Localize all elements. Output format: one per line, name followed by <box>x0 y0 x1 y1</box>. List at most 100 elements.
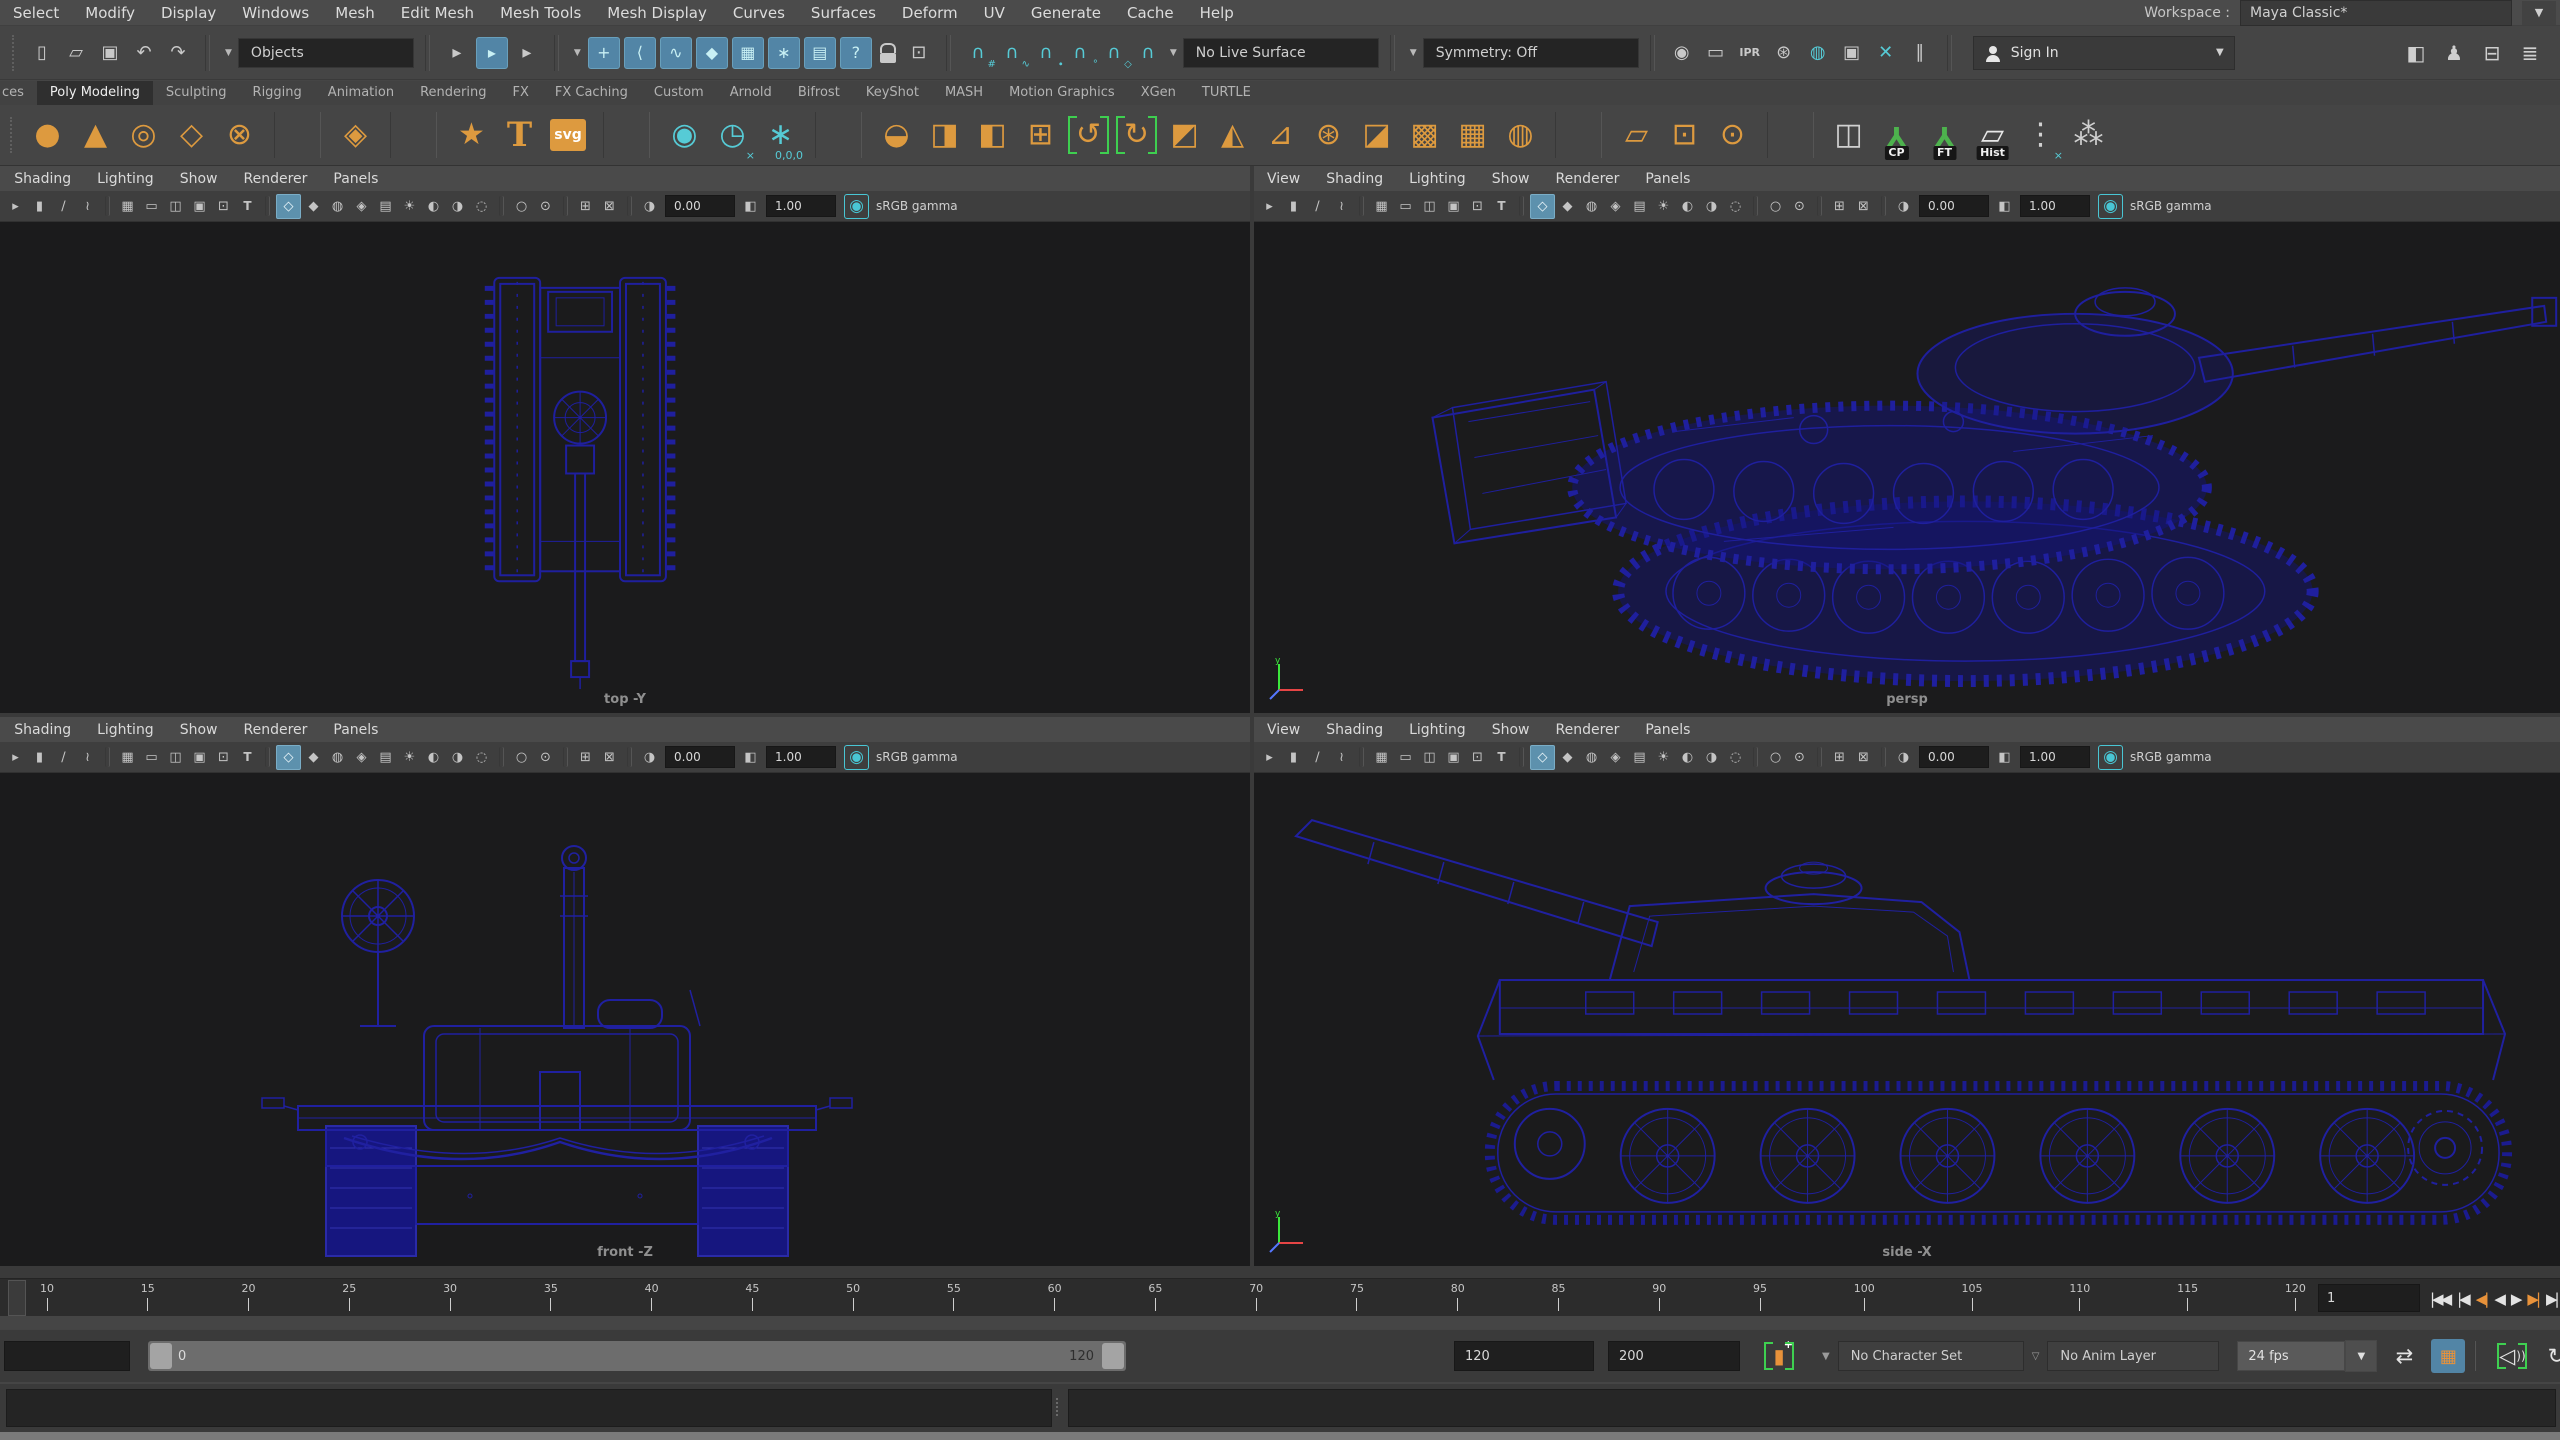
range-slider[interactable]: 0 120 <box>148 1341 1126 1371</box>
viewport-canvas[interactable]: y persp <box>1254 222 2560 713</box>
panel-menu-item[interactable]: Shading <box>1313 171 1396 187</box>
isolate-select-icon[interactable]: ⊙ <box>534 746 557 769</box>
toolbar-grip[interactable] <box>12 35 18 71</box>
camera-attributes-icon[interactable]: ∕ <box>1306 195 1329 218</box>
textured-icon[interactable]: ◍ <box>1580 746 1603 769</box>
set-key-button[interactable]: ▮+ <box>1762 1338 1796 1374</box>
panel-menu-item[interactable]: Panels <box>320 722 391 738</box>
shelf-tab[interactable]: Poly Modeling <box>37 81 153 105</box>
grid-icon[interactable]: ▦ <box>1370 746 1393 769</box>
shelf-tab-truncated[interactable]: ces <box>0 81 37 105</box>
make-live-icon[interactable]: ∩ <box>1132 37 1164 69</box>
exposure-icon[interactable]: ◑ <box>638 195 661 218</box>
resolution-gate-icon[interactable]: ◫ <box>164 195 187 218</box>
gate-mask-icon[interactable]: ▣ <box>1442 195 1465 218</box>
motion-blur-icon[interactable]: ◌ <box>470 195 493 218</box>
gamma-field[interactable]: 1.00 <box>2020 195 2090 217</box>
shelf-tab[interactable]: TURTLE <box>1189 81 1264 105</box>
panel-menu-item[interactable]: View <box>1254 722 1313 738</box>
loop-playback-icon[interactable]: ⇄ <box>2387 1339 2421 1373</box>
range-start-handle[interactable] <box>150 1343 172 1369</box>
divider[interactable] <box>1767 112 1814 158</box>
open-scene-icon[interactable]: ▱ <box>60 37 92 69</box>
character-controls-icon[interactable]: ♟ <box>2438 37 2470 69</box>
svg-tool-icon[interactable]: svg <box>550 119 586 151</box>
wireframe-icon[interactable]: ◇ <box>276 745 301 770</box>
divider[interactable] <box>1359 747 1364 767</box>
smooth-icon[interactable]: ◭ <box>1210 112 1255 158</box>
highlight-selection-icon[interactable]: ⊡ <box>903 37 935 69</box>
gamma-icon[interactable]: ◧ <box>1993 746 2016 769</box>
import-snapshot-icon[interactable]: ⊠ <box>598 195 621 218</box>
new-scene-icon[interactable]: ▯ <box>26 37 58 69</box>
image-plane-icon[interactable]: T <box>236 746 259 769</box>
divider[interactable] <box>265 747 270 767</box>
mask-deformations-icon[interactable]: ▦ <box>732 37 764 69</box>
attribute-editor-icon[interactable]: ⊟ <box>2476 37 2508 69</box>
shelf-tab[interactable]: Sculpting <box>153 81 240 105</box>
chevron-down-icon[interactable]: ▼ <box>2345 1340 2377 1372</box>
bookmark-icon[interactable]: ▮ <box>1282 746 1305 769</box>
panel-menu-item[interactable]: Lighting <box>84 722 167 738</box>
lights-icon[interactable]: ☀ <box>398 746 421 769</box>
menu-item[interactable]: Mesh Display <box>594 0 720 25</box>
divider[interactable] <box>1817 747 1822 767</box>
separate-icon[interactable]: ↺ <box>1066 112 1111 158</box>
range-end-handle[interactable] <box>1102 1343 1124 1369</box>
time-slider-ticks[interactable]: 1015202530354045505560657075808590951001… <box>0 1279 2306 1316</box>
bridge-icon[interactable]: ⊛ <box>1306 112 1351 158</box>
grease-pencil-icon[interactable]: ≀ <box>76 195 99 218</box>
motion-blur-icon[interactable]: ◌ <box>1724 746 1747 769</box>
lattice-icon[interactable]: ▦ <box>1450 112 1495 158</box>
current-frame-field[interactable]: 1 <box>2318 1284 2420 1312</box>
mask-rendering-icon[interactable]: ▤ <box>804 37 836 69</box>
panel-divider[interactable] <box>0 1266 2560 1278</box>
live-surface-field[interactable]: No Live Surface <box>1183 38 1379 68</box>
menu-item[interactable]: Help <box>1187 0 1247 25</box>
edit-points-icon[interactable]: ⊡ <box>1662 112 1707 158</box>
step-forward-key-button[interactable]: ▶| <box>2523 1290 2542 1308</box>
panel-menu-item[interactable]: Renderer <box>1542 722 1632 738</box>
image-plane-icon[interactable]: T <box>1490 746 1513 769</box>
symmetry-field[interactable]: Symmetry: Off <box>1423 38 1639 68</box>
divider[interactable] <box>105 196 110 216</box>
channel-box-icon[interactable]: ≣ <box>2514 37 2546 69</box>
divider[interactable] <box>627 196 632 216</box>
chevron-down-icon[interactable]: ▼ <box>574 48 581 58</box>
hypershade-icon[interactable]: ◍ <box>1802 37 1834 69</box>
film-gate-icon[interactable]: ▭ <box>140 746 163 769</box>
panel-menu-item[interactable]: Renderer <box>1542 171 1632 187</box>
divider[interactable] <box>1555 112 1602 158</box>
chevron-down-icon[interactable]: ▼ <box>1410 48 1417 58</box>
time-slider[interactable]: 1015202530354045505560657075808590951001… <box>0 1278 2560 1316</box>
mask-handles-icon[interactable]: + <box>588 37 620 69</box>
gamma-field[interactable]: 1.00 <box>766 195 836 217</box>
snapshot-icon[interactable]: ⊞ <box>574 746 597 769</box>
select-by-component-icon[interactable]: ▸ <box>511 37 543 69</box>
play-backwards-button[interactable]: ◀ <box>2490 1290 2507 1308</box>
menu-item[interactable]: Select <box>0 0 72 25</box>
resolution-gate-icon[interactable]: ◫ <box>1418 195 1441 218</box>
select-by-hierarchy-icon[interactable]: ▸ <box>441 37 473 69</box>
chevron-down-icon[interactable]: ▼ <box>1170 48 1177 58</box>
shadows-icon[interactable]: ◐ <box>1676 746 1699 769</box>
combine-icon[interactable]: ⊞ <box>1018 112 1063 158</box>
field-chart-icon[interactable]: ⊡ <box>1466 195 1489 218</box>
wireframe-on-shaded-icon[interactable]: ◈ <box>350 195 373 218</box>
exposure-icon[interactable]: ◑ <box>638 746 661 769</box>
film-gate-icon[interactable]: ▭ <box>1394 746 1417 769</box>
render-setup-icon[interactable]: ▣ <box>1836 37 1868 69</box>
color-management-toggle[interactable]: ◉ <box>2098 194 2123 219</box>
exposure-field[interactable]: 0.00 <box>1919 195 1989 217</box>
wireframe-icon[interactable]: ◇ <box>276 194 301 219</box>
ambient-occlusion-icon[interactable]: ◑ <box>446 746 469 769</box>
snap-to-projected-center-icon[interactable]: ∩° <box>1064 37 1096 69</box>
panel-menu-item[interactable]: Renderer <box>230 722 320 738</box>
exposure-field[interactable]: 0.00 <box>665 746 735 768</box>
go-to-end-button[interactable]: ▶| <box>2542 1290 2560 1308</box>
menu-item[interactable]: Display <box>148 0 229 25</box>
chevron-down-icon[interactable]: ▼ <box>2522 1 2556 25</box>
select-camera-icon[interactable]: ▸ <box>1258 195 1281 218</box>
poly-sphere-icon[interactable]: ● <box>25 112 70 158</box>
snapshot-icon[interactable]: ⊞ <box>1828 746 1851 769</box>
